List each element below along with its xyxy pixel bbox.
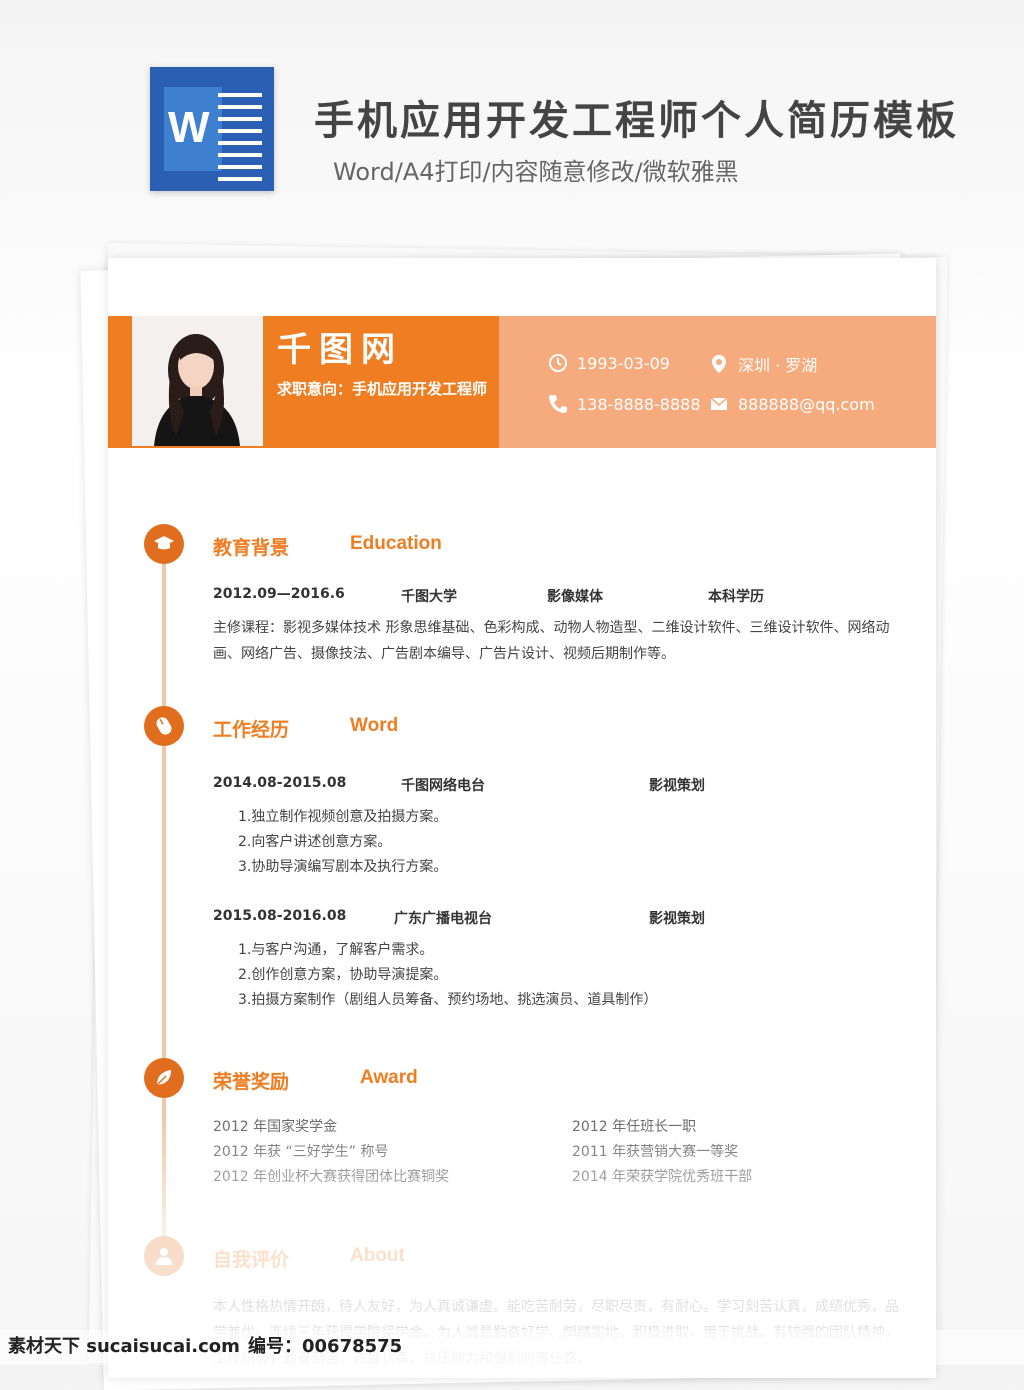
header-right-band: 1993-03-09 深圳 · 罗湖 138-8888-8888 888888@… (499, 316, 936, 448)
page-subtitle: Word/A4打印/内容随意修改/微软雅黑 (333, 158, 739, 186)
section-title-award: 荣誉奖励 (213, 1071, 290, 1093)
job-duty: 2.创作创意方案，协助导演提案。 (238, 967, 448, 983)
email-item: 888888@qq.com (708, 393, 875, 415)
clock-icon (549, 354, 567, 372)
word-logo-icon: W (150, 67, 274, 191)
phone-icon (549, 395, 567, 413)
phone-text: 138-8888-8888 (577, 394, 701, 414)
watermark-bar: 素材天下 sucaisucai.com 编号：00678575 (0, 1330, 1024, 1365)
resume-name: 千图网 (277, 330, 403, 370)
watermark-number: 编号：00678575 (248, 1336, 403, 1357)
section-title-work: 工作经历 (213, 719, 290, 741)
watermark-site: 素材天下 sucaisucai.com (8, 1336, 240, 1357)
section-title-education: 教育背景 (213, 537, 290, 559)
location-pin-icon (712, 355, 726, 373)
award-item: 2012 年创业杯大赛获得团体比赛铜奖 (213, 1169, 450, 1185)
job-duty: 3.协助导演编写剧本及执行方案。 (238, 859, 448, 875)
job-duty: 1.与客户沟通，了解客户需求。 (238, 942, 434, 958)
section-title-work-en: Word (350, 715, 399, 736)
edu-school: 千图大学 (401, 589, 457, 605)
job-period: 2015.08-2016.08 (213, 908, 347, 924)
page-title: 手机应用开发工程师个人简历模板 (314, 98, 959, 144)
award-item: 2011 年获营销大赛一等奖 (572, 1144, 739, 1160)
edu-degree: 本科学历 (708, 589, 764, 605)
award-item: 2014 年荣获学院优秀班干部 (572, 1169, 753, 1185)
job-intent: 求职意向：手机应用开发工程师 (277, 380, 488, 398)
job-role: 影视策划 (649, 911, 705, 927)
location-item: 深圳 · 罗湖 (708, 352, 817, 376)
email-icon (710, 397, 728, 410)
award-item: 2012 年获 “三好学生” 称号 (213, 1144, 389, 1160)
job-company: 千图网络电台 (401, 778, 485, 794)
email-text: 888888@qq.com (738, 394, 875, 414)
section-title-award-en: Award (360, 1067, 418, 1088)
edu-major: 影像媒体 (547, 589, 603, 605)
section-title-education-en: Education (350, 533, 442, 554)
graduation-cap-icon (144, 524, 184, 564)
section-title-about: 自我评价 (213, 1249, 290, 1271)
job-duty: 1.独立制作视频创意及拍摄方案。 (238, 809, 448, 825)
location-text: 深圳 · 罗湖 (738, 356, 818, 375)
phone-item: 138-8888-8888 (547, 393, 701, 415)
avatar (132, 316, 263, 446)
section-title-about-en: About (350, 1245, 405, 1266)
leaf-icon (144, 1058, 184, 1098)
edu-period: 2012.09—2016.6 (213, 586, 345, 602)
job-duty: 3.拍摄方案制作（剧组人员筹备、预约场地、挑选演员、道具制作） (238, 992, 658, 1008)
award-item: 2012 年国家奖学金 (213, 1119, 338, 1135)
birth-date: 1993-03-09 (577, 353, 670, 373)
award-item: 2012 年任班长一职 (572, 1119, 697, 1135)
timeline-line (162, 548, 166, 1268)
job-company: 广东广播电视台 (394, 911, 492, 927)
job-period: 2014.08-2015.08 (213, 775, 347, 791)
mouse-icon (144, 706, 184, 746)
edu-courses: 主修课程：影视多媒体技术 形象思维基础、色彩构成、动物人物造型、二维设计软件、三… (213, 620, 890, 662)
header-left-band: 千图网 求职意向：手机应用开发工程师 (108, 316, 499, 448)
resume-page: 千图网 求职意向：手机应用开发工程师 1993-03-09 深圳 · 罗湖 13… (108, 258, 936, 1378)
job-duty: 2.向客户讲述创意方案。 (238, 834, 392, 850)
birth-item: 1993-03-09 (547, 352, 670, 374)
job-role: 影视策划 (649, 778, 705, 794)
person-icon (144, 1236, 184, 1276)
